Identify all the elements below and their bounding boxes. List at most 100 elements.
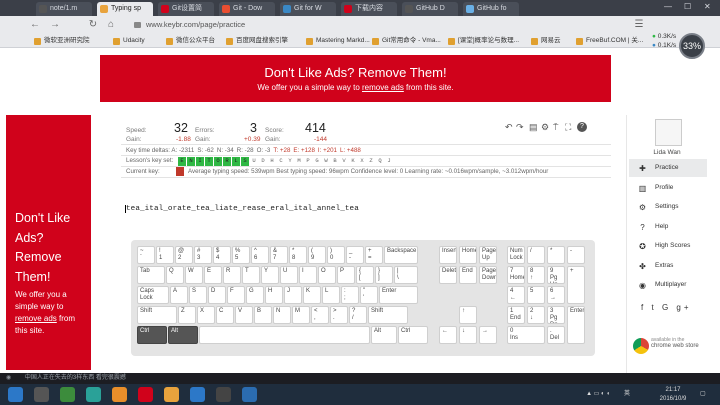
explorer-icon[interactable] (138, 387, 153, 402)
key--[interactable]: }] (375, 266, 393, 284)
key--[interactable]: + = (365, 246, 383, 264)
key-8[interactable]: 8 ↑ (527, 266, 545, 284)
key--[interactable]: " ' (360, 286, 378, 304)
text-icon[interactable]: ⍑ (553, 122, 558, 133)
firefox-icon[interactable] (112, 387, 127, 402)
chrome-icon[interactable] (190, 387, 205, 402)
key-insert[interactable]: Insert (439, 246, 457, 264)
key-2[interactable]: 2 ↓ (527, 306, 545, 324)
key-r[interactable]: R (223, 266, 241, 284)
key-u[interactable]: U (280, 266, 298, 284)
key-n[interactable]: N (273, 306, 291, 324)
key-shift[interactable]: Shift (368, 306, 408, 324)
key-z[interactable]: Z (178, 306, 196, 324)
key-h[interactable]: H (265, 286, 283, 304)
key-end[interactable]: End (459, 266, 477, 284)
tab-3[interactable]: Git - Dow (219, 2, 275, 16)
search-icon[interactable] (34, 387, 49, 402)
key--[interactable]: ? / (349, 306, 367, 324)
key-w[interactable]: W (185, 266, 203, 284)
googleplus-icon[interactable]: g+ (676, 303, 691, 312)
practice-text[interactable]: tea_ital_orate_tea_liate_rease_eral_ital… (125, 205, 359, 213)
key-enter[interactable]: Enter (379, 286, 418, 304)
refresh-icon[interactable]: ↻ (86, 18, 100, 32)
key--[interactable]: $4 (213, 246, 231, 264)
key--[interactable]: * 8 (289, 246, 307, 264)
key-x[interactable]: X (197, 306, 215, 324)
key-v[interactable]: V (235, 306, 253, 324)
key--[interactable]: & 7 (270, 246, 288, 264)
settings-icon[interactable]: ⚙ (541, 122, 549, 133)
key-t[interactable]: T (242, 266, 260, 284)
key--[interactable]: ~ ` (137, 246, 155, 264)
tab-0[interactable]: note/1.m (36, 2, 92, 16)
key-delete[interactable]: Delete (439, 266, 457, 284)
key--[interactable]: % 5 (232, 246, 250, 264)
key-g[interactable]: G (246, 286, 264, 304)
bookmark-item[interactable]: 微信公众平台 (166, 34, 215, 48)
key-o[interactable]: O (318, 266, 336, 284)
key--[interactable]: <, (311, 306, 329, 324)
facebook-icon[interactable]: f (641, 303, 646, 312)
key--[interactable]: | \ (394, 266, 418, 284)
key-home[interactable]: Home (459, 246, 477, 264)
key-backspace[interactable]: Backspace (384, 246, 418, 264)
key-f[interactable]: F (227, 286, 245, 304)
key--[interactable]: / (527, 246, 545, 264)
sidebar-item-settings[interactable]: ⚙ Settings (629, 198, 707, 216)
keyboard-icon[interactable]: ▤ (529, 122, 538, 133)
key-shift[interactable]: Shift (137, 306, 177, 324)
bookmark-item[interactable]: [课堂]概率论与数理... (448, 34, 519, 48)
key--[interactable]: @2 (175, 246, 193, 264)
redo-icon[interactable]: ↷ (516, 122, 524, 133)
key--[interactable]: ! 1 (156, 246, 174, 264)
key-l[interactable]: L (322, 286, 340, 304)
key--[interactable]: #3 (194, 246, 212, 264)
key--[interactable]: ↑ (459, 306, 477, 324)
key--[interactable]: ↓ (459, 326, 477, 344)
key-4[interactable]: 4 ← (507, 286, 525, 304)
bookmark-item[interactable]: Udacity (113, 34, 145, 48)
remove-ads-link[interactable]: remove ads (362, 83, 404, 92)
bookmark-item[interactable]: 百度网盘搜索引擎 (226, 34, 288, 48)
maximize-button[interactable]: ☐ (684, 0, 691, 14)
close-button[interactable]: ✕ (704, 0, 711, 14)
key-b[interactable]: B (254, 306, 272, 324)
key--[interactable]: (9 (308, 246, 326, 264)
notification-icon[interactable]: ▢ (700, 389, 706, 399)
key-7[interactable]: 7 Home (507, 266, 525, 284)
news-ticker[interactable]: ◉ 中国人正在失去的3样东西 看完很震撼 (0, 373, 720, 384)
windows-start-icon[interactable] (8, 387, 23, 402)
app-icon[interactable] (86, 387, 101, 402)
key-caps-lock[interactable]: Caps Lock (137, 286, 169, 304)
key-page[interactable]: Page Up (479, 246, 497, 264)
ime-indicator[interactable]: 英 (624, 389, 630, 399)
key-j[interactable]: J (284, 286, 302, 304)
key-alt[interactable]: Alt (371, 326, 397, 344)
key-p[interactable]: P (337, 266, 355, 284)
key-e[interactable]: E (204, 266, 222, 284)
key-alt[interactable]: Alt (168, 326, 198, 344)
key-9[interactable]: 9Pg Up (547, 266, 565, 284)
bookmark-item[interactable]: Mastering Markd... (306, 34, 370, 48)
key-d[interactable]: D (208, 286, 226, 304)
key-c[interactable]: C (216, 306, 234, 324)
key-m[interactable]: M (292, 306, 310, 324)
tab-2[interactable]: Git设置简 (158, 2, 214, 16)
chrome-web-store-badge[interactable]: available in the chrome web store (631, 337, 703, 355)
key-space[interactable] (199, 326, 370, 344)
key--[interactable]: >. (330, 306, 348, 324)
key--[interactable]: ) 0 (327, 246, 345, 264)
key-enter[interactable]: Enter (567, 306, 585, 344)
key-tab[interactable]: Tab (137, 266, 165, 284)
ad-banner[interactable]: Don't Like Ads? Remove Them! We offer yo… (100, 55, 611, 102)
key-6[interactable]: 6 → (547, 286, 565, 304)
task-view-icon[interactable] (60, 387, 75, 402)
undo-icon[interactable]: ↶ (505, 122, 513, 133)
key--[interactable]: ← (439, 326, 457, 344)
sidebar-item-practice[interactable]: ✚ Practice (629, 159, 707, 177)
typing-app-icon[interactable] (164, 387, 179, 402)
key-s[interactable]: S (189, 286, 207, 304)
app-icon[interactable] (216, 387, 231, 402)
key-page[interactable]: Page Down (479, 266, 497, 284)
